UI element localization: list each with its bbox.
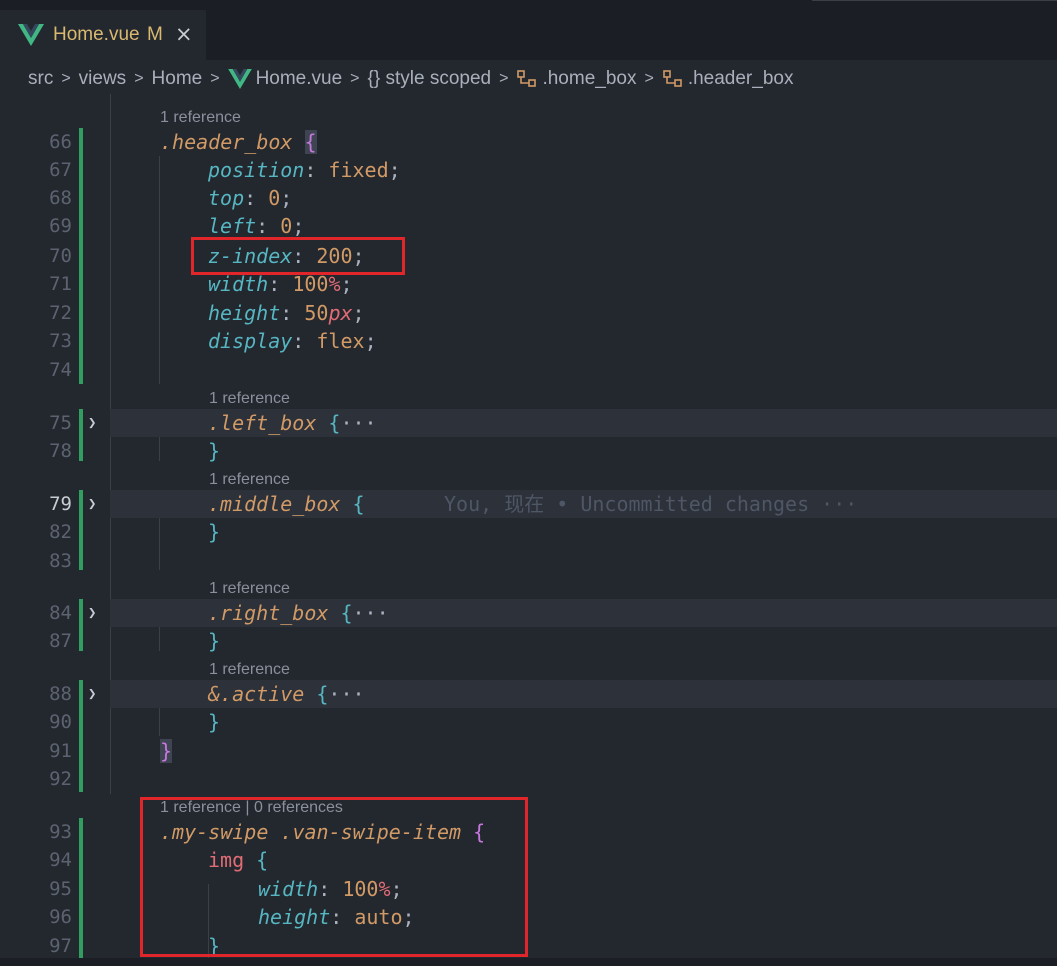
code-line: 66 .header_box { [0,128,1057,156]
highlight-box-swipe [140,797,528,957]
git-blame-annotation: You, 现在 • Uncommitted changes ··· [444,492,858,516]
tab-bar-border [812,0,1057,1]
code-text: } [208,520,221,544]
code-line: 82 } [0,518,1057,546]
codelens-references[interactable]: 1 reference [209,579,290,599]
code-text: &.active {··· [208,682,365,706]
breadcrumb-item-views[interactable]: views [79,68,127,90]
code-line: 68 top: 0; [0,184,1057,212]
line-number: 96 [49,906,72,928]
code-line: 91 } [0,737,1057,765]
chevron-right-icon: > [134,70,144,87]
breadcrumb: src > views > Home > Home.vue > {} style… [28,66,793,92]
vue-logo-icon [18,24,44,46]
code-line: 78 } [0,437,1057,465]
tab-bar: Home.vue M × [0,0,1057,60]
line-number: 74 [49,359,72,381]
code-line: 75 ❯ .left_box {··· [0,409,1057,437]
line-number: 66 [49,131,72,153]
line-number: 93 [49,821,72,843]
tab-home-vue[interactable]: Home.vue M × [0,10,206,60]
codelens-references[interactable]: 1 reference [209,389,290,409]
codelens-references[interactable]: 1 reference [160,108,241,128]
code-line: 88 ❯ &.active {··· [0,680,1057,708]
line-number: 82 [49,521,72,543]
chevron-right-icon: > [644,70,654,87]
code-line: 90 } [0,708,1057,736]
line-number: 72 [49,302,72,324]
code-line: 83 [0,547,1057,575]
breadcrumb-item-file[interactable]: Home.vue [256,68,343,90]
code-line: 67 position: fixed; [0,156,1057,184]
code-line: 92 [0,765,1057,793]
code-text: left: 0; [208,214,305,238]
editor-window: Home.vue M × src > views > Home > Home.v… [0,0,1057,966]
line-number: 69 [49,215,72,237]
chevron-right-icon: > [61,70,71,87]
line-number: 94 [49,849,72,871]
chevron-right-icon[interactable]: ❯ [88,490,96,518]
line-number: 70 [49,245,72,267]
code-text: display: flex; [208,329,377,353]
chevron-right-icon[interactable]: ❯ [88,599,96,627]
tab-filename: Home.vue [53,24,140,45]
code-line: 69 left: 0; [0,212,1057,240]
code-text: .right_box {··· [208,601,389,625]
code-text: height: 50px; [208,301,365,325]
close-icon[interactable]: × [175,23,193,45]
code-text: } [208,710,221,734]
code-text: .header_box { [160,130,317,154]
code-line: 84 ❯ .right_box {··· [0,599,1057,627]
code-text: } [208,629,221,653]
code-line: 87 } [0,627,1057,655]
highlight-box-zindex [191,237,405,275]
line-number: 78 [49,440,72,462]
line-number: 67 [49,159,72,181]
code-text: position: fixed; [208,158,401,182]
chevron-right-icon: > [210,70,220,87]
line-number: 73 [49,330,72,352]
code-line: 72 height: 50px; [0,299,1057,327]
breadcrumb-item-home[interactable]: Home [152,68,203,90]
vue-logo-icon [227,69,252,89]
breadcrumb-item-src[interactable]: src [28,68,53,90]
chevron-right-icon: > [499,70,509,87]
code-text: } [208,439,221,463]
line-number: 83 [49,550,72,572]
css-selector-icon [663,70,682,87]
codelens-references[interactable]: 1 reference [209,660,290,680]
line-number: 88 [49,683,72,705]
code-text: top: 0; [208,186,293,210]
code-text: .left_box {··· [208,411,377,435]
breadcrumb-item-header-box[interactable]: .header_box [688,68,794,90]
code-line: 79 ❯ .middle_box { You, 现在 • Uncommitted… [0,490,1057,518]
line-number: 71 [49,273,72,295]
line-number: 79 [49,493,72,515]
code-line: 74 [0,356,1057,384]
css-selector-icon [517,70,537,87]
breadcrumb-item-style[interactable]: {} style scoped [368,68,492,90]
breadcrumb-item-home-box[interactable]: .home_box [542,68,636,90]
chevron-right-icon[interactable]: ❯ [88,680,96,708]
code-text: .middle_box { [208,492,365,516]
line-number: 68 [49,187,72,209]
line-number: 75 [49,412,72,434]
chevron-right-icon: > [350,70,360,87]
line-number: 90 [49,711,72,733]
code-line: 70 z-index: 200; [0,242,1057,270]
code-editor[interactable]: 1 reference 66 .header_box { 67 position… [0,94,1057,966]
code-line: 71 width: 100%; [0,270,1057,298]
line-number: 97 [49,935,72,957]
tab-modified-indicator: M [147,24,163,45]
line-number: 87 [49,630,72,652]
line-number: 95 [49,878,72,900]
chevron-right-icon[interactable]: ❯ [88,409,96,437]
line-number: 92 [49,768,72,790]
line-number: 84 [49,602,72,624]
code-line: 73 display: flex; [0,327,1057,355]
code-text: } [160,739,173,763]
codelens-references[interactable]: 1 reference [209,470,290,490]
status-bar [0,958,1057,966]
line-number: 91 [49,740,72,762]
